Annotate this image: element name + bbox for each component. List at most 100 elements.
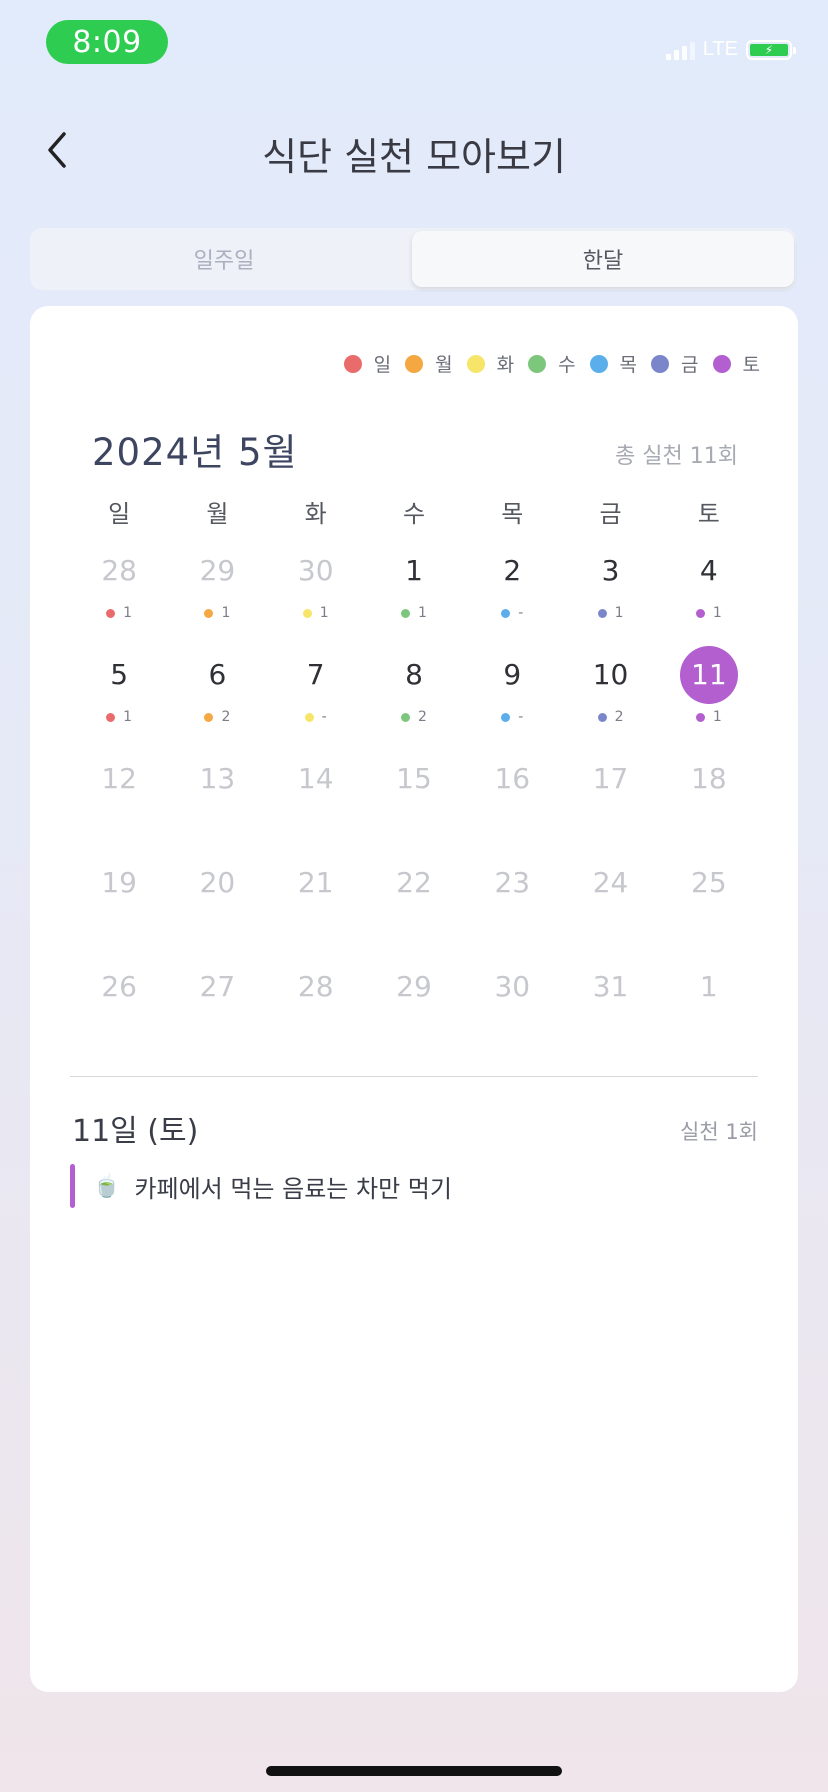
weekday-label: 월 <box>206 500 229 528</box>
day-number: 11 <box>679 646 738 704</box>
calendar-day[interactable]: 19 <box>70 854 168 958</box>
period-segmented-control: 일주일 한달 <box>30 228 796 290</box>
home-indicator[interactable] <box>266 1766 562 1776</box>
calendar-day[interactable]: 31 <box>561 958 659 1062</box>
day-practice-count: 1 <box>712 605 722 621</box>
calendar-day[interactable]: 28 1 <box>70 542 168 646</box>
day-number: 22 <box>396 866 432 899</box>
weekday-dot-icon <box>501 608 511 618</box>
day-number: 8 <box>405 658 423 691</box>
day-practice-meta: 1 <box>168 604 266 622</box>
day-number: 5 <box>110 658 129 691</box>
calendar-day[interactable]: 13 <box>168 750 266 854</box>
legend-dot-icon <box>589 354 608 373</box>
day-number: 4 <box>699 554 718 587</box>
calendar-day[interactable]: 30 1 <box>267 542 365 646</box>
day-number: 27 <box>199 970 236 1003</box>
calendar-day[interactable]: 7- <box>267 646 365 750</box>
day-number: 20 <box>199 866 236 899</box>
calendar-day[interactable]: 15 <box>365 750 463 854</box>
day-number: 9 <box>503 658 522 691</box>
weekday-label: 수 <box>402 500 426 528</box>
day-number: 1 <box>405 554 423 587</box>
entry-text: 카페에서 먹는 음료는 차만 먹기 <box>134 1174 452 1203</box>
weekday-dot-icon <box>304 712 314 722</box>
day-number: 31 <box>592 970 629 1003</box>
day-practice-meta: - <box>463 708 561 726</box>
day-practice-meta: 2 <box>561 708 659 726</box>
weekday-dot-icon <box>597 712 607 722</box>
status-indicators: LTE ⚡ <box>665 38 796 61</box>
weekday-dot-icon <box>695 608 705 618</box>
weekday-dot-icon <box>204 712 214 722</box>
entry-color-bar <box>70 1164 75 1208</box>
weekday-label: 토 <box>697 500 720 528</box>
practice-entry[interactable]: 🍵 카페에서 먹는 음료는 차만 먹기 <box>70 1164 452 1208</box>
calendar-day[interactable]: 21 <box>267 854 365 958</box>
calendar-day[interactable]: 27 <box>168 958 266 1062</box>
day-practice-meta: - <box>463 604 561 622</box>
calendar-day[interactable]: 28 <box>267 958 365 1062</box>
status-time: 8:09 <box>46 20 168 64</box>
calendar-day[interactable]: 26 <box>70 958 168 1062</box>
weekday-dot-icon <box>106 712 116 722</box>
day-practice-count: - <box>518 709 524 725</box>
day-practice-count: 2 <box>221 709 231 725</box>
day-practice-meta: 1 <box>660 604 758 622</box>
day-number: 16 <box>494 762 531 795</box>
day-number: 30 <box>494 970 531 1003</box>
calendar-day[interactable]: 51 <box>70 646 168 750</box>
calendar-day[interactable]: 29 <box>365 958 463 1062</box>
day-practice-meta: 2 <box>365 708 463 726</box>
battery-icon: ⚡ <box>746 39 796 60</box>
legend-item: 수 <box>528 350 576 377</box>
calendar-day[interactable]: 41 <box>660 542 758 646</box>
calendar-day[interactable]: 22 <box>365 854 463 958</box>
calendar-day[interactable]: 24 <box>561 854 659 958</box>
calendar-day[interactable]: 31 <box>561 542 659 646</box>
legend-label: 목 <box>619 354 638 376</box>
calendar-grid: 28 1 29 1 30 1 1 1 2-3 1 4 1 5 1 6 2 7-8 2 9-10 2 11 1 12 13 14 1… <box>70 542 758 1062</box>
day-practice-count: 1 <box>123 709 133 725</box>
weekday-dot-icon <box>106 608 116 618</box>
calendar-day[interactable]: 11 1 <box>660 646 758 750</box>
weekday-dot-icon <box>597 608 607 618</box>
legend-item: 일 <box>343 350 391 377</box>
calendar-day[interactable]: 29 1 <box>168 542 266 646</box>
legend-item: 금 <box>651 350 699 377</box>
calendar-day[interactable]: 16 <box>463 750 561 854</box>
calendar-day[interactable]: 23 <box>463 854 561 958</box>
weekday-dot-icon <box>501 712 511 722</box>
calendar-day[interactable]: 25 <box>660 854 758 958</box>
calendar-day[interactable]: 12 <box>70 750 168 854</box>
page-title: 식단 실천 모아보기 <box>262 135 566 179</box>
calendar-day[interactable]: 2- <box>463 542 561 646</box>
calendar-day[interactable]: 18 <box>660 750 758 854</box>
day-number: 2 <box>503 554 522 587</box>
day-number: 28 <box>297 970 334 1003</box>
day-number: 23 <box>494 866 531 899</box>
day-number: 17 <box>592 762 629 795</box>
calendar-day[interactable]: 30 <box>463 958 561 1062</box>
calendar-day[interactable]: 20 <box>168 854 266 958</box>
day-practice-meta: 1 <box>660 708 758 726</box>
tab-week[interactable]: 일주일 <box>33 231 415 287</box>
day-practice-meta: 1 <box>70 604 168 622</box>
day-practice-count: 2 <box>418 709 427 725</box>
calendar-day[interactable]: 62 <box>168 646 266 750</box>
legend-dot-icon <box>466 354 485 373</box>
day-number: 26 <box>101 970 137 1003</box>
calendar-day[interactable]: 17 <box>561 750 659 854</box>
legend-dot-icon <box>712 354 731 373</box>
calendar-day[interactable]: 1 <box>660 958 758 1062</box>
calendar-day[interactable]: 82 <box>365 646 463 750</box>
weekday-dot-icon <box>695 712 705 722</box>
calendar-day[interactable]: 9- <box>463 646 561 750</box>
calendar-day[interactable]: 14 <box>267 750 365 854</box>
day-number: 15 <box>396 762 432 795</box>
tab-month[interactable]: 한달 <box>412 231 794 287</box>
calendar-day[interactable]: 11 <box>365 542 463 646</box>
calendar-day[interactable]: 10 2 <box>561 646 659 750</box>
legend-label: 화 <box>496 354 515 376</box>
day-number: 7 <box>306 658 325 691</box>
